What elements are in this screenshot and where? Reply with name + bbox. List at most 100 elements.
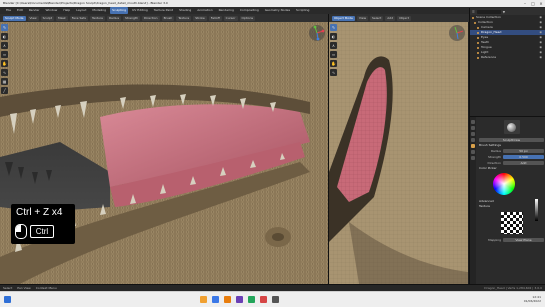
header-menu-item[interactable]: Texture <box>176 15 192 21</box>
outliner-item[interactable]: Reference ◉ <box>470 55 545 60</box>
menu-item[interactable]: Window <box>44 7 60 14</box>
menu-item[interactable]: Compositing <box>238 7 261 14</box>
navigation-gizmo-icon[interactable] <box>308 24 326 42</box>
menu-item[interactable]: Modeling <box>90 7 108 14</box>
header-menu-item[interactable]: Sculpt <box>40 15 54 21</box>
menu-item[interactable]: Texture Paint <box>152 7 175 14</box>
output-tab-icon[interactable] <box>471 132 475 136</box>
property-field[interactable]: 50 px <box>503 148 544 153</box>
menu-item[interactable]: Edit <box>15 7 25 14</box>
header-menu-item[interactable]: Falloff <box>208 15 222 21</box>
rotate-icon[interactable]: ≈ <box>330 51 337 58</box>
start-menu-icon[interactable] <box>4 296 11 303</box>
value-slider[interactable] <box>535 199 538 221</box>
color-wheel[interactable] <box>493 173 515 195</box>
header-menu-item[interactable]: Radius <box>106 15 122 21</box>
menu-item[interactable]: File <box>4 7 13 14</box>
app-icon[interactable] <box>236 296 243 303</box>
ctrl-keycap: Ctrl <box>30 225 54 238</box>
header-menu-item[interactable]: View <box>356 15 369 21</box>
smooth-icon[interactable]: ≈ <box>1 51 8 58</box>
object-toolbar: ✎ ◐ ∧ ≈ ✋ ∿ <box>330 24 338 76</box>
browser-icon[interactable] <box>212 296 219 303</box>
header-menu-item[interactable]: Options <box>239 15 256 21</box>
brush-preview[interactable] <box>503 120 520 134</box>
header-menu-item[interactable]: Object <box>397 15 411 21</box>
object-tab-icon[interactable] <box>471 144 475 148</box>
header-menu-item[interactable]: Select <box>370 15 384 21</box>
mode-selector[interactable]: Object Mode <box>332 15 355 21</box>
brush-name-field[interactable]: SculptDraw <box>479 137 544 142</box>
top-menubar: File Edit Render Window Help Layout Modeling Sc… <box>0 7 545 14</box>
header-menu-item[interactable]: Add <box>385 15 396 21</box>
menu-item[interactable]: UV Editing <box>130 7 150 14</box>
scene-stats: Dragon_Head | Verts 1,284,602 | 3.0.0 <box>484 286 542 290</box>
header-menu-item[interactable]: Texture <box>89 15 105 21</box>
menu-item[interactable]: Layout <box>74 7 88 14</box>
property-field[interactable]: Add <box>503 160 544 165</box>
header-menu-item[interactable]: Mask <box>56 15 68 21</box>
visibility-eye-icon[interactable]: ◉ <box>539 55 542 60</box>
draw-icon[interactable]: ✎ <box>1 24 8 31</box>
header-menu-item[interactable]: Face Sets <box>69 15 88 21</box>
mask-icon[interactable]: ▦ <box>1 78 8 85</box>
app-icon[interactable] <box>248 296 255 303</box>
navigation-gizmo-icon[interactable] <box>448 24 466 42</box>
menu-item[interactable]: Render <box>27 7 42 14</box>
clock[interactable]: 12:41 01/06/2022 <box>524 295 541 303</box>
grab-icon[interactable]: ✋ <box>1 60 8 67</box>
clay-icon[interactable]: ◐ <box>1 33 8 40</box>
sculpt-viewport-header: Sculpt Mode View Sculpt Mask Face Sets Textur… <box>0 14 328 22</box>
menu-item[interactable]: Help <box>61 7 72 14</box>
app-icon[interactable] <box>272 296 279 303</box>
scale-icon[interactable]: ✋ <box>330 60 337 67</box>
outliner-search-input[interactable] <box>476 9 501 14</box>
transform-icon[interactable]: ∿ <box>330 69 337 76</box>
cursor-icon[interactable]: ◐ <box>330 33 337 40</box>
keystroke-combo: Ctrl + Z x4 <box>16 207 63 218</box>
menu-item[interactable]: Rendering <box>217 7 236 14</box>
sculpt-viewport[interactable]: ✎ ◐ ∧ ≈ ✋ ∿ ▦ ╱ Ctrl + Z x4 Ctrl <box>0 22 328 284</box>
window-title-bar: Blender [C:\Users\Documents\Blender\Proj… <box>0 0 545 7</box>
header-menu-item[interactable]: View <box>27 15 39 21</box>
render-tab-icon[interactable] <box>471 126 475 130</box>
menu-item[interactable]: Sculpting <box>110 7 129 14</box>
header-menu-item[interactable]: Brush <box>161 15 175 21</box>
close-icon[interactable]: × <box>537 0 545 7</box>
wireframe-viewport[interactable]: ✎ ◐ ∧ ≈ ✋ ∿ <box>329 22 468 284</box>
filter-icon[interactable]: ▼ <box>503 10 505 14</box>
outliner-icon[interactable]: ☰ <box>472 10 475 14</box>
material-tab-icon[interactable] <box>471 156 475 160</box>
crease-icon[interactable]: ∧ <box>1 42 8 49</box>
header-menu-item[interactable]: Strength <box>123 15 140 21</box>
property-field[interactable]: 0.500 <box>503 154 544 159</box>
tool-tab-icon[interactable] <box>471 120 475 124</box>
move-icon[interactable]: ∧ <box>330 42 337 49</box>
minimize-icon[interactable]: – <box>521 0 529 7</box>
line-icon[interactable]: ╱ <box>1 87 8 94</box>
mode-selector[interactable]: Sculpt Mode <box>3 15 26 21</box>
color-picker-header[interactable]: Color Picker <box>479 166 544 171</box>
modifier-tab-icon[interactable] <box>471 150 475 154</box>
blender-icon[interactable] <box>224 296 231 303</box>
select-icon[interactable]: ✎ <box>330 24 337 31</box>
scene-tab-icon[interactable] <box>471 138 475 142</box>
maximize-icon[interactable]: □ <box>529 0 537 7</box>
mapping-dropdown[interactable]: View Plane <box>503 237 544 242</box>
header-menu-item[interactable]: Stroke <box>193 15 207 21</box>
menu-item[interactable]: Geometry Nodes <box>263 7 292 14</box>
file-explorer-icon[interactable] <box>200 296 207 303</box>
outliner-header: ☰ ▼ <box>470 8 545 15</box>
header-menu-item[interactable]: Cursor <box>223 15 238 21</box>
header-menu-item[interactable]: Direction <box>142 15 160 21</box>
snake-hook-icon[interactable]: ∿ <box>1 69 8 76</box>
menu-item[interactable]: Scripting <box>294 7 311 14</box>
sculpt-toolbar: ✎ ◐ ∧ ≈ ✋ ∿ ▦ ╱ <box>1 24 9 94</box>
texture-preview[interactable] <box>501 212 523 234</box>
window-title: Blender [C:\Users\Documents\Blender\Proj… <box>3 1 168 5</box>
app-icon[interactable] <box>260 296 267 303</box>
clock-date: 01/06/2022 <box>523 299 541 303</box>
status-select: Select <box>3 286 13 290</box>
menu-item[interactable]: Animation <box>195 7 214 14</box>
menu-item[interactable]: Shading <box>177 7 193 14</box>
